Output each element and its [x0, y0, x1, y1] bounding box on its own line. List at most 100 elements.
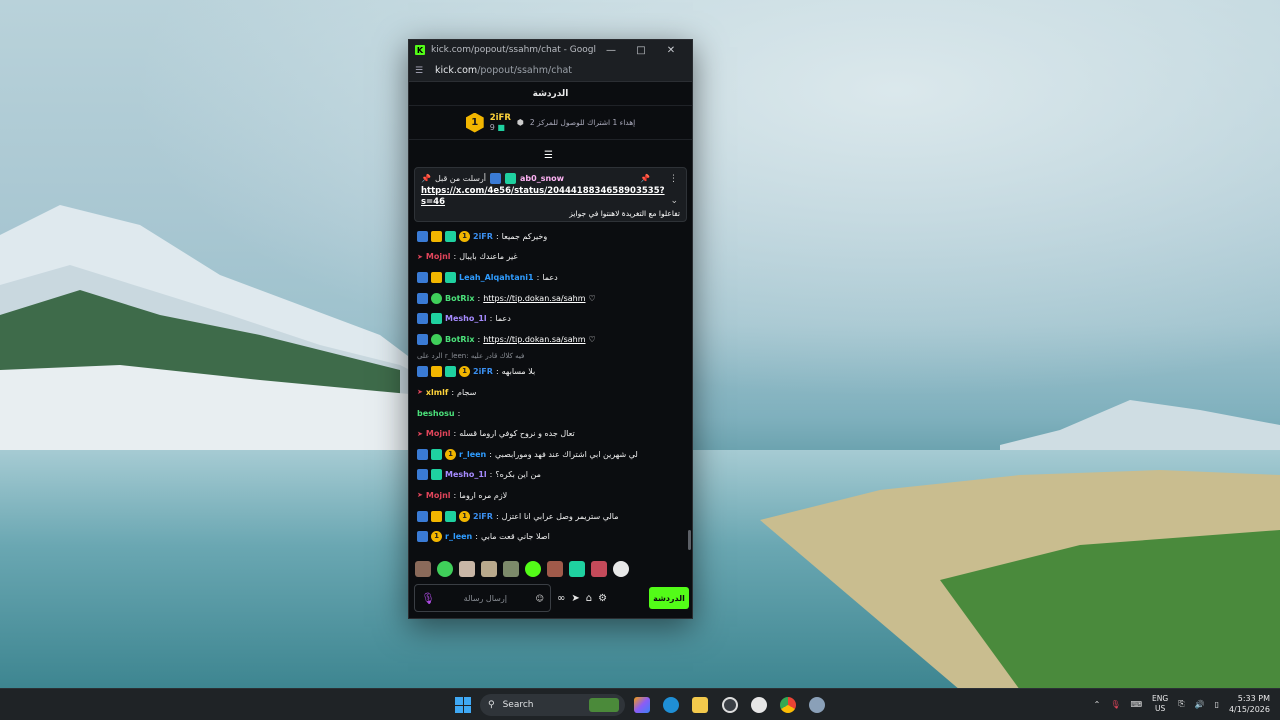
chat-username[interactable]: r_leen	[459, 450, 486, 459]
infinity-icon[interactable]: ∞	[557, 593, 565, 604]
chat-message[interactable]: ➤ Mojnl: تعال جده و نروح كوفي اروما قسله	[417, 423, 684, 444]
emote-3[interactable]	[459, 561, 475, 577]
chat-message[interactable]: 1 r_leen: اصلا جاني قعت مابي	[417, 526, 684, 547]
chat-text: بلا مسابهه	[501, 367, 536, 377]
chat-message[interactable]: Mesho_1l: دعما	[417, 308, 684, 329]
chat-username[interactable]: BotRix	[445, 294, 474, 303]
battery-icon[interactable]: ▯	[1215, 700, 1219, 709]
chat-message[interactable]: 1 2iFR: وخيركم جميعا	[417, 226, 684, 247]
search-icon: ⚲	[488, 700, 495, 710]
pinned-link[interactable]: https://x.com/4e56/status/20444188346589…	[421, 186, 680, 208]
site-info-icon[interactable]: ☰	[415, 66, 427, 76]
microphone-tray-icon[interactable]: 🎙	[1110, 700, 1120, 709]
emote-5[interactable]	[503, 561, 519, 577]
chat-username[interactable]: 2iFR	[473, 512, 493, 521]
network-icon[interactable]: ⎘	[1178, 699, 1184, 709]
red-badge-icon: ➤	[417, 388, 423, 397]
emote-10[interactable]	[613, 561, 629, 577]
chat-message[interactable]: BotRix: https://tip.dokan.sa/sahm ♡	[417, 288, 684, 309]
chat-message[interactable]: ➤ Mojnl: غير ماعندك بايبال	[417, 247, 684, 268]
emote-1[interactable]	[415, 561, 431, 577]
green-badge-icon	[431, 448, 442, 460]
app-icon[interactable]	[722, 697, 738, 713]
clock[interactable]: 5:33 PM 4/15/2026	[1229, 693, 1270, 715]
chat-text: وخيركم جميعا	[501, 231, 548, 241]
unpin-icon[interactable]: 📌	[640, 174, 650, 183]
emote-8[interactable]	[569, 561, 585, 577]
emote-6[interactable]	[525, 561, 541, 577]
chevron-up-icon[interactable]: ⌃	[1094, 700, 1101, 709]
emote-9[interactable]	[591, 561, 607, 577]
pinned-message[interactable]: 📌 أرسلت من قبل ab0_snow https://x.com/4e…	[414, 167, 687, 222]
chat-message[interactable]: Leah_Alqahtani1: دعما	[417, 267, 684, 288]
emote-4[interactable]	[481, 561, 497, 577]
emoji-icon[interactable]: ☺	[536, 594, 544, 603]
chat-username[interactable]: beshosu	[417, 409, 455, 418]
chat-link[interactable]: https://tip.dokan.sa/sahm	[483, 335, 585, 344]
message-input[interactable]: 🎙 إرسال رسالة ☺	[414, 584, 551, 612]
chat-username[interactable]: Mesho_1l	[445, 470, 487, 479]
emote-2[interactable]	[437, 561, 453, 577]
chevron-down-icon[interactable]: ⌄	[670, 196, 678, 206]
close-button[interactable]: ✕	[656, 45, 686, 56]
chat-message[interactable]: BotRix: https://tip.dokan.sa/sahm ♡	[417, 329, 684, 350]
store-icon[interactable]: ⌂	[586, 593, 592, 604]
pinned-user[interactable]: ab0_snow	[520, 174, 564, 183]
windows-start-icon[interactable]	[455, 697, 471, 713]
send-chat-button[interactable]: الدردشة	[649, 587, 689, 609]
chat-username[interactable]: xlmlf	[426, 388, 448, 397]
blue-badge-icon	[417, 531, 428, 543]
chat-username[interactable]: Leah_Alqahtani1	[459, 273, 534, 282]
chat-message[interactable]: ➤ xlmlf: سجام	[417, 382, 684, 403]
copilot-icon[interactable]	[634, 697, 650, 713]
microphone-icon[interactable]: 🎙	[421, 592, 435, 605]
gift-leaderboard[interactable]: 1 2iFR 9 ■ ⬢ إهداء 1 اشتراك للوصول للمرك…	[409, 106, 692, 140]
chat-message[interactable]: 1 r_leen: لي شهرين ابي اشتراك عند فهد ومور…	[417, 444, 684, 465]
chat-username[interactable]: 2iFR	[473, 232, 493, 241]
chat-text: دعما	[495, 314, 511, 324]
reply-context[interactable]: الرد على r_leen: فيه كلاك قادر عليه	[417, 350, 684, 362]
shield-icon: ⬢	[516, 118, 524, 127]
edge-icon[interactable]	[663, 697, 679, 713]
badge-icon	[490, 172, 502, 184]
recent-emotes-bar	[415, 559, 687, 579]
colon-separator: :	[477, 334, 481, 344]
chat-message[interactable]: Mesho_1l: من اين بكره؟	[417, 465, 684, 486]
chat-username[interactable]: Mojnl	[426, 252, 451, 261]
taskbar: ⚲ Search ⌃ 🎙 ⌨ ENG US ⎘ 🔊 ▯ 5:33 PM 4/15…	[0, 688, 1280, 720]
chat-link[interactable]: https://tip.dokan.sa/sahm	[483, 294, 585, 303]
emote-7[interactable]	[547, 561, 563, 577]
more-options-icon[interactable]: ⋮	[669, 174, 678, 184]
chat-username[interactable]: Mojnl	[426, 491, 451, 500]
chat-message[interactable]: beshosu:	[417, 403, 684, 424]
chat-username[interactable]: Mesho_1l	[445, 314, 487, 323]
chat-text: لي شهرين ابي اشتراك عند فهد ومورابصبي	[494, 449, 638, 459]
address-bar[interactable]: ☰ kick.com/popout/ssahm/chat	[409, 60, 692, 82]
volume-icon[interactable]: 🔊	[1195, 700, 1205, 709]
chat-message[interactable]: 1 2iFR: بلا مسابهه	[417, 362, 684, 383]
settings-gear-icon[interactable]: ⚙	[598, 593, 607, 604]
keyboard-icon[interactable]: ⌨	[1130, 700, 1142, 709]
share-icon[interactable]: ➤	[571, 593, 579, 604]
maximize-button[interactable]: □	[626, 45, 656, 56]
chat-username[interactable]: 2iFR	[473, 367, 493, 376]
settings-icon[interactable]	[809, 697, 825, 713]
chat-username[interactable]: Mojnl	[426, 429, 451, 438]
language-indicator[interactable]: ENG US	[1152, 694, 1168, 714]
clock-time: 5:33 PM	[1237, 694, 1270, 703]
steam-like-icon[interactable]	[751, 697, 767, 713]
gold-badge-icon: 1	[459, 366, 470, 378]
scroll-filter-icon[interactable]: ☰	[544, 150, 553, 161]
taskbar-search[interactable]: ⚲ Search	[480, 694, 625, 716]
colon-separator: :	[457, 408, 461, 418]
chat-message[interactable]: ➤ Mojnl: لازم مره اروما	[417, 485, 684, 506]
chat-username[interactable]: BotRix	[445, 335, 474, 344]
chat-scrollbar[interactable]	[688, 530, 691, 550]
chat-message[interactable]: 1 2iFR: مالي ستريمر وصل عرابي انا اعتزل	[417, 506, 684, 527]
blue-badge-icon	[417, 448, 428, 460]
chrome-icon[interactable]	[780, 697, 796, 713]
blue-badge-icon	[417, 366, 428, 378]
chat-username[interactable]: r_leen	[445, 532, 472, 541]
file-explorer-icon[interactable]	[692, 697, 708, 713]
minimize-button[interactable]: —	[596, 45, 626, 56]
